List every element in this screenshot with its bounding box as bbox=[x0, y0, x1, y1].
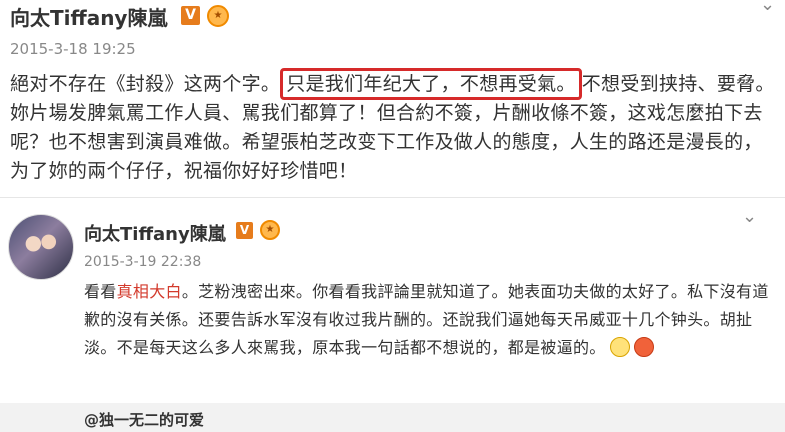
post2-body: 看看真相大白。芝粉洩密出來。你看看我評論里就知道了。她表面功夫做的太好了。私下沒… bbox=[84, 278, 774, 362]
post1-text-before: 絕对不存在《封殺》这两个字。 bbox=[10, 73, 281, 95]
smile-emoji-icon bbox=[609, 337, 630, 357]
weibo-post-1: 向太Tiffany陳嵐 V ★ ⌄ 2015-3-18 19:25 絕对不存在《… bbox=[0, 0, 785, 197]
verified-badge-icon: V bbox=[236, 222, 253, 239]
chevron-down-icon[interactable]: ⌄ bbox=[760, 0, 775, 15]
post1-username[interactable]: 向太Tiffany陳嵐 bbox=[10, 2, 167, 31]
medal-icon: ★ bbox=[207, 5, 229, 27]
chevron-down-icon[interactable]: ⌄ bbox=[742, 206, 757, 227]
reply-username[interactable]: @独一无二的可爱 bbox=[84, 409, 204, 430]
post2-timestamp[interactable]: 2015-3-19 22:38 bbox=[84, 254, 201, 270]
post1-timestamp[interactable]: 2015-3-18 19:25 bbox=[10, 40, 136, 58]
verified-badge-icon: V bbox=[181, 6, 200, 25]
post1-body: 絕对不存在《封殺》这两个字。 只是我们年纪大了，不想再受氣。 不想受到挟持、要脅。妳… bbox=[10, 68, 780, 186]
highlighted-sentence: 只是我们年纪大了，不想再受氣。 bbox=[280, 68, 582, 100]
medal-icon: ★ bbox=[260, 220, 280, 240]
reply-strip: @独一无二的可爱 bbox=[0, 403, 785, 432]
avatar[interactable] bbox=[8, 214, 74, 280]
post2-text-rest: 。芝粉洩密出來。你看看我評論里就知道了。她表面功夫做的太好了。私下沒有道歉的沒有… bbox=[84, 282, 769, 357]
angry-emoji-icon bbox=[633, 337, 654, 357]
post2-username[interactable]: 向太Tiffany陳嵐 bbox=[84, 220, 226, 246]
post2-text-prefix: 看看 bbox=[84, 282, 117, 301]
topic-link[interactable]: 真相大白 bbox=[117, 282, 182, 301]
weibo-post-2: 向太Tiffany陳嵐 V ★ ⌄ 2015-3-19 22:38 看看真相大白… bbox=[0, 197, 785, 398]
